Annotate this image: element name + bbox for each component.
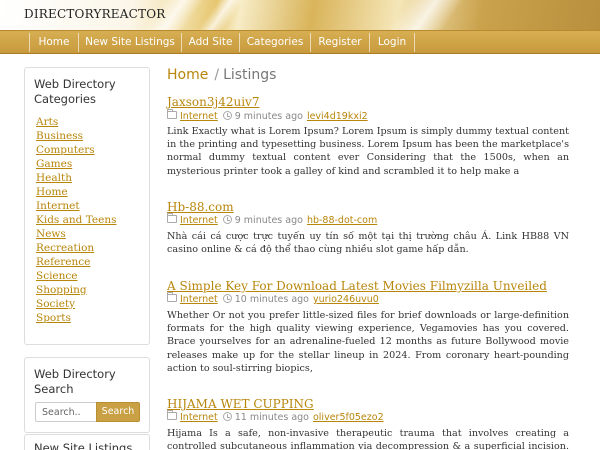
category-link-society[interactable]: Society <box>36 298 75 311</box>
listing-meta: Internet 11 minutes ago oliver5f05ezo2 <box>167 410 384 424</box>
listing-time: 11 minutes ago <box>234 412 309 423</box>
category-link-home[interactable]: Home <box>36 186 68 199</box>
listing-category-link[interactable]: Internet <box>180 111 218 122</box>
listing-user-link[interactable]: hb-88-dot-com <box>307 215 377 226</box>
category-link-business[interactable]: Business <box>36 130 83 143</box>
search-title-line1: Web Directory <box>34 367 116 381</box>
categories-title-line2: Categories <box>34 92 96 106</box>
listing-time: 9 minutes ago <box>234 111 303 122</box>
listing-time: 10 minutes ago <box>234 294 309 305</box>
category-link-recreation[interactable]: Recreation <box>36 242 94 255</box>
search-panel: Web Directory Search Search <box>24 357 150 433</box>
category-link-health[interactable]: Health <box>36 172 72 185</box>
listing-user-link[interactable]: levi4d19kxi2 <box>307 111 368 122</box>
nav-categories[interactable]: Categories <box>240 31 310 54</box>
nav-register[interactable]: Register <box>311 31 369 54</box>
listing-category-link[interactable]: Internet <box>180 412 218 423</box>
listing-title[interactable]: HIJAMA WET CUPPING <box>167 397 314 411</box>
search-title-line2: Search <box>34 382 74 396</box>
nav-login[interactable]: Login <box>370 31 414 54</box>
listing-category-link[interactable]: Internet <box>180 215 218 226</box>
search-button[interactable]: Search <box>96 402 140 422</box>
site-logo[interactable]: DIRECTORYREACTOR <box>24 7 166 21</box>
nav-divider <box>414 33 415 52</box>
category-link-games[interactable]: Games <box>36 158 72 171</box>
clock-icon <box>222 294 232 303</box>
breadcrumb-home[interactable]: Home <box>167 67 208 83</box>
category-link-kids-and-teens[interactable]: Kids and Teens <box>36 214 117 227</box>
listing-user-link[interactable]: yurio246uvu0 <box>313 294 379 305</box>
listing-title[interactable]: A Simple Key For Download Latest Movies … <box>167 279 547 293</box>
listing-meta: Internet 10 minutes ago yurio246uvu0 <box>167 292 379 306</box>
category-link-arts[interactable]: Arts <box>36 116 58 129</box>
listing-meta: Internet 9 minutes ago hb-88-dot-com <box>167 213 377 227</box>
new-listings-title: New Site Listings <box>34 441 133 450</box>
listing-meta: Internet 9 minutes ago levi4d19kxi2 <box>167 109 368 123</box>
categories-panel: Web Directory Categories Arts Business C… <box>24 67 150 345</box>
folder-icon <box>167 213 177 223</box>
listing-time: 9 minutes ago <box>234 215 303 226</box>
category-link-computers[interactable]: Computers <box>36 144 95 157</box>
listing-description: Link Exactly what is Lorem Ipsum? Lorem … <box>167 126 569 177</box>
categories-title-line1: Web Directory <box>34 77 116 91</box>
folder-icon <box>167 109 177 119</box>
breadcrumb-current: Listings <box>223 67 277 83</box>
category-link-news[interactable]: News <box>36 228 66 241</box>
listing-title[interactable]: Jaxson3j42uiv7 <box>167 95 259 109</box>
listing-description: Whether Or not you prefer little-sized f… <box>167 310 569 374</box>
listing-category-link[interactable]: Internet <box>180 294 218 305</box>
folder-icon <box>167 292 177 302</box>
clock-icon <box>222 412 232 421</box>
nav-add-site[interactable]: Add Site <box>182 31 239 54</box>
nav-new-site-listings[interactable]: New Site Listings <box>79 31 181 54</box>
category-link-reference[interactable]: Reference <box>36 256 90 269</box>
header-banner: DIRECTORYREACTOR <box>0 0 600 30</box>
breadcrumb: Home / Listings <box>167 67 276 84</box>
main-navbar: Home New Site Listings Add Site Categori… <box>0 30 600 54</box>
category-link-internet[interactable]: Internet <box>36 200 80 213</box>
listing-user-link[interactable]: oliver5f05ezo2 <box>313 412 384 423</box>
category-link-sports[interactable]: Sports <box>36 312 71 325</box>
search-input[interactable] <box>35 402 96 422</box>
banner-decoration <box>373 0 472 30</box>
breadcrumb-separator: / <box>214 67 220 83</box>
clock-icon <box>222 111 232 120</box>
listing-description: Nhà cái cá cược trực tuyến uy tín số một… <box>167 231 569 256</box>
category-link-science[interactable]: Science <box>36 270 78 283</box>
listing-title[interactable]: Hb-88.com <box>167 200 234 214</box>
new-listings-panel: New Site Listings <box>24 434 150 450</box>
clock-icon <box>222 215 232 224</box>
folder-icon <box>167 410 177 420</box>
listing-description: Hijama Is a safe, non-invasive therapeut… <box>167 428 569 450</box>
nav-home[interactable]: Home <box>30 31 78 54</box>
category-link-shopping[interactable]: Shopping <box>36 284 87 297</box>
